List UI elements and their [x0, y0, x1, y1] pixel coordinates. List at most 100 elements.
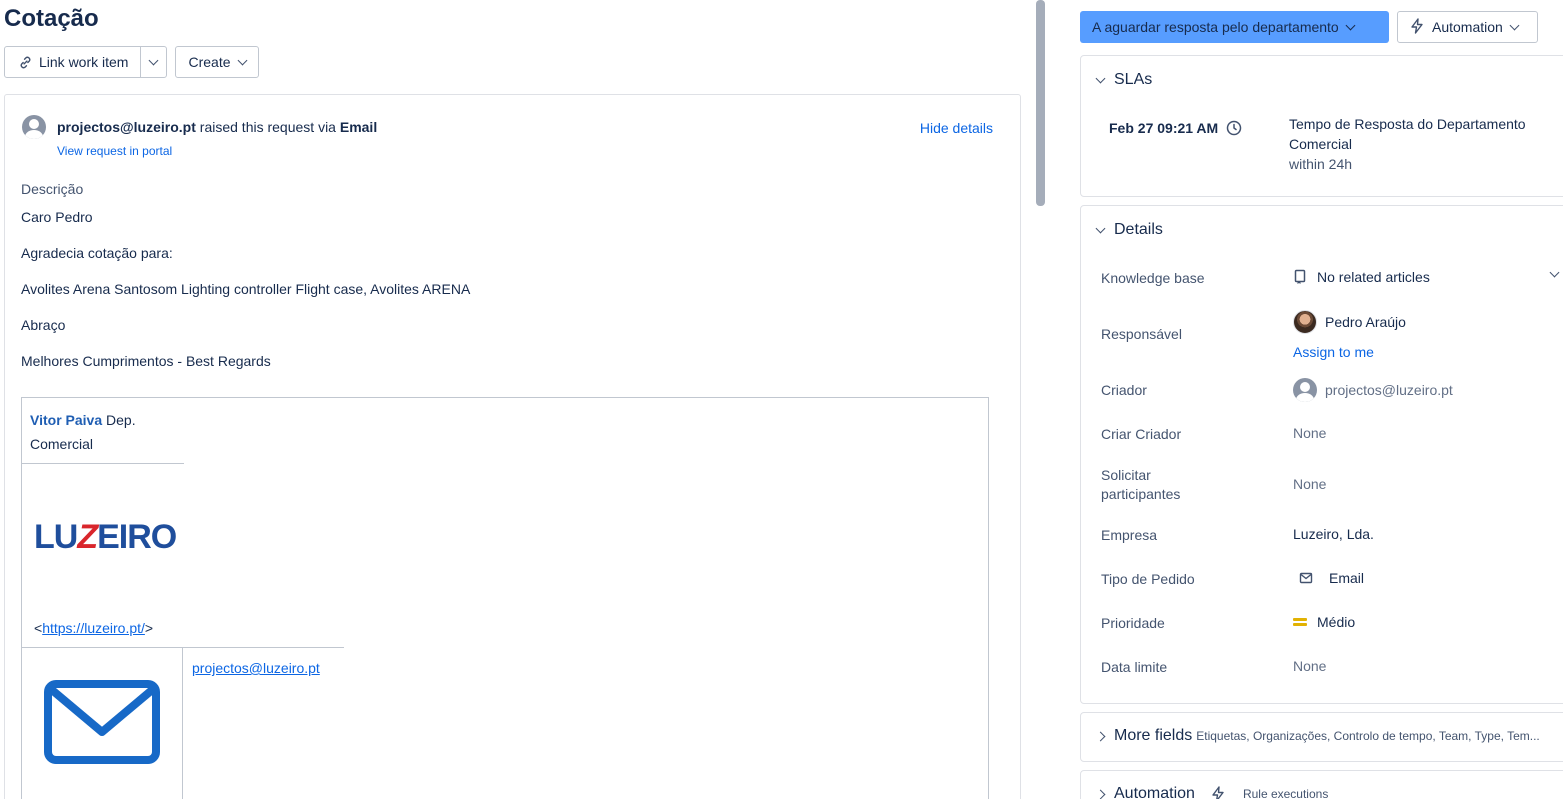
description-line: Abraço	[21, 317, 66, 333]
create-button[interactable]: Create	[175, 46, 259, 78]
assign-to-me-link[interactable]: Assign to me	[1293, 344, 1374, 360]
luzeiro-logo: LUZEIRO	[34, 518, 177, 556]
priority-medium-icon	[1293, 617, 1307, 627]
tipo-pedido-value[interactable]: Email	[1299, 570, 1364, 586]
sla-name-text: Tempo de Resposta do Departamento Comerc…	[1289, 116, 1526, 152]
request-channel: Email	[339, 119, 378, 135]
lightning-icon	[1410, 17, 1424, 37]
solicitar-participantes-value[interactable]: None	[1293, 476, 1326, 492]
data-limite-label: Data limite	[1101, 659, 1168, 675]
hide-details-link[interactable]: Hide details	[920, 120, 993, 136]
chevron-down-icon	[1095, 73, 1106, 83]
assignee-avatar	[1293, 310, 1317, 334]
criar-criador-value[interactable]: None	[1293, 425, 1326, 441]
status-label: A aguardar resposta pelo departamento	[1092, 19, 1339, 35]
chevron-right-icon	[1095, 731, 1106, 741]
more-fields-title: More fields	[1114, 727, 1193, 744]
empresa-value[interactable]: Luzeiro, Lda.	[1293, 526, 1374, 542]
tipo-pedido-text: Email	[1329, 570, 1365, 586]
knowledge-base-label: Knowledge base	[1101, 270, 1205, 286]
creator-avatar	[1293, 378, 1317, 402]
signature-name: Vitor Paiva	[30, 412, 103, 428]
tipo-pedido-label: Tipo de Pedido	[1101, 571, 1195, 587]
link-work-item-group: Link work item	[4, 46, 168, 78]
reporter-email[interactable]: projectos@luzeiro.pt	[57, 119, 196, 135]
clock-icon	[1226, 120, 1242, 136]
signature-url-line: <https://luzeiro.pt/>	[34, 620, 154, 636]
prioridade-value[interactable]: Médio	[1293, 614, 1355, 630]
page-title: Cotação	[4, 5, 99, 32]
criador-label: Criador	[1101, 382, 1147, 398]
sla-name: Tempo de Resposta do Departamento Comerc…	[1289, 114, 1551, 174]
signature-url-link[interactable]: https://luzeiro.pt/	[42, 620, 145, 636]
details-panel-header[interactable]: Details	[1095, 221, 1163, 239]
chevron-down-icon	[237, 55, 247, 65]
create-label: Create	[188, 54, 231, 70]
automation-button-label: Automation	[1432, 19, 1503, 35]
signature-email-link[interactable]: projectos@luzeiro.pt	[192, 660, 320, 676]
chevron-right-icon	[1095, 789, 1106, 799]
chevron-down-icon[interactable]	[1549, 267, 1560, 278]
email-signature: Vitor Paiva Dep. Comercial LUZEIRO <http…	[21, 397, 989, 799]
automation-panel: Automation Rule executions	[1080, 770, 1563, 799]
signature-dept-2: Comercial	[30, 436, 94, 452]
empresa-label: Empresa	[1101, 527, 1158, 543]
sla-within: within 24h	[1289, 156, 1353, 172]
signature-divider	[22, 647, 344, 648]
signature-dept: Dep.	[102, 412, 136, 428]
status-transition-button[interactable]: A aguardar resposta pelo departamento	[1080, 11, 1389, 43]
reporter-row: projectos@luzeiro.pt raised this request…	[22, 115, 377, 139]
details-title: Details	[1114, 221, 1163, 238]
more-fields-header[interactable]: More fields Etiquetas, Organizações, Con…	[1095, 727, 1540, 745]
reporter-avatar[interactable]	[22, 115, 46, 139]
description-line: Melhores Cumprimentos - Best Regards	[21, 353, 271, 369]
reporter-summary: projectos@luzeiro.pt raised this request…	[57, 119, 377, 135]
issue-main-pane: Cotação Link work item Create projectos@…	[0, 0, 1032, 799]
chevron-down-icon	[1509, 20, 1520, 30]
automation-panel-subtitle: Rule executions	[1242, 787, 1329, 799]
book-icon	[1294, 269, 1306, 284]
request-card: projectos@luzeiro.pt raised this request…	[4, 94, 1021, 799]
sla-time: Feb 27 09:21 AM	[1109, 120, 1242, 136]
description-line: Avolites Arena Santosom Lighting control…	[21, 281, 471, 297]
view-request-portal-link[interactable]: View request in portal	[57, 144, 172, 158]
envelope-icon	[44, 680, 160, 764]
chevron-down-icon	[1345, 20, 1356, 30]
description-line: Agradecia cotação para:	[21, 245, 173, 261]
lightning-icon	[1212, 786, 1224, 799]
criador-value[interactable]: projectos@luzeiro.pt	[1293, 378, 1453, 402]
mail-icon	[1299, 572, 1313, 584]
signature-divider-vertical	[182, 648, 183, 799]
details-panel: Details Knowledge base No related articl…	[1080, 205, 1563, 704]
sla-panel: SLAs Feb 27 09:21 AM Tempo de Resposta d…	[1080, 55, 1563, 197]
automation-panel-header[interactable]: Automation Rule executions	[1095, 785, 1329, 799]
responsavel-value[interactable]: Pedro Araújo	[1293, 310, 1406, 334]
knowledge-base-text: No related articles	[1317, 269, 1430, 285]
issue-sidebar: A aguardar resposta pelo departamento Au…	[1080, 0, 1563, 799]
automation-button[interactable]: Automation	[1397, 11, 1538, 43]
data-limite-value[interactable]: None	[1293, 658, 1326, 674]
solicitar-participantes-label: Solicitar participantes	[1101, 467, 1181, 502]
description-label: Descrição	[21, 181, 84, 197]
sla-time-text: Feb 27 09:21 AM	[1109, 120, 1219, 136]
chevron-down-icon	[1095, 223, 1106, 233]
creator-email: projectos@luzeiro.pt	[1325, 382, 1453, 398]
description-line: Caro Pedro	[21, 209, 93, 225]
issue-toolbar: Link work item Create	[4, 46, 259, 78]
main-scrollbar[interactable]	[1036, 0, 1045, 206]
knowledge-base-value[interactable]: No related articles	[1293, 269, 1430, 285]
chevron-down-icon	[149, 55, 159, 65]
signature-name-cell: Vitor Paiva Dep. Comercial	[22, 398, 184, 464]
automation-panel-title: Automation	[1114, 785, 1195, 799]
prioridade-text: Médio	[1317, 614, 1356, 630]
link-work-item-dropdown[interactable]	[140, 47, 166, 77]
sla-panel-header[interactable]: SLAs	[1095, 71, 1152, 89]
link-work-item-button[interactable]: Link work item	[5, 47, 140, 77]
more-fields-subtitle: Etiquetas, Organizações, Controlo de tem…	[1196, 729, 1540, 743]
criar-criador-label: Criar Criador	[1101, 426, 1182, 442]
more-fields-panel: More fields Etiquetas, Organizações, Con…	[1080, 712, 1563, 762]
prioridade-label: Prioridade	[1101, 615, 1165, 631]
link-work-item-label: Link work item	[39, 54, 129, 70]
link-icon	[17, 54, 33, 70]
raised-text: raised this request via	[195, 119, 340, 135]
